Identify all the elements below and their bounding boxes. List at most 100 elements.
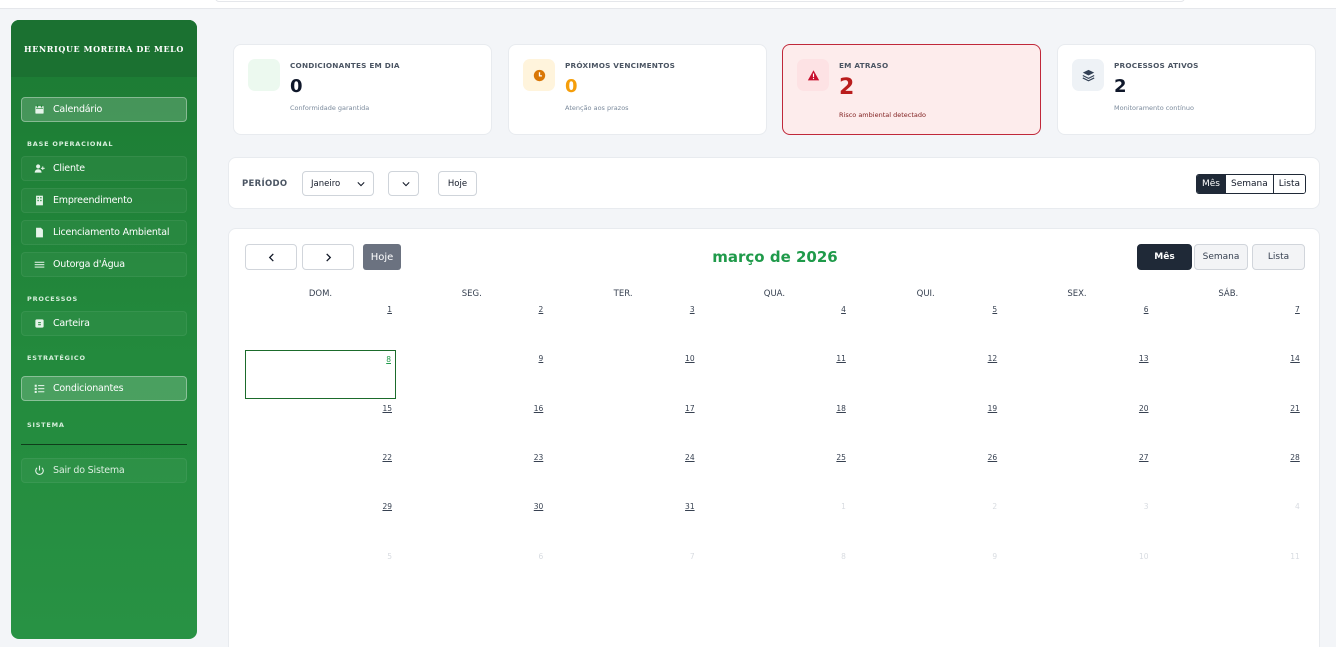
year-select[interactable]: [388, 171, 419, 196]
calendar-day-cell[interactable]: 29: [245, 498, 396, 547]
day-number[interactable]: 21: [1290, 404, 1300, 413]
day-number[interactable]: 16: [534, 404, 544, 413]
day-number[interactable]: 29: [382, 502, 392, 511]
calendar-day-cell[interactable]: 12: [850, 350, 1001, 399]
calendar-day-cell[interactable]: 23: [396, 449, 547, 498]
calendar-day-cell[interactable]: 3: [548, 301, 699, 350]
calendar-day-cell[interactable]: 24: [548, 449, 699, 498]
day-number[interactable]: 27: [1139, 453, 1149, 462]
calendar-day-cell[interactable]: 13: [1002, 350, 1153, 399]
day-number[interactable]: 8: [386, 355, 391, 364]
day-number[interactable]: 10: [685, 354, 695, 363]
day-number[interactable]: 5: [387, 552, 392, 561]
calendar-day-cell[interactable]: 15: [245, 400, 396, 449]
day-number[interactable]: 3: [1144, 502, 1149, 511]
sidebar-item-client[interactable]: Cliente: [21, 156, 187, 181]
period-view-week[interactable]: Semana: [1224, 175, 1273, 193]
day-number[interactable]: 8: [841, 552, 846, 561]
calendar-day-cell[interactable]: 14: [1153, 350, 1304, 399]
calendar-day-cell[interactable]: 21: [1153, 400, 1304, 449]
calendar-day-cell[interactable]: 7: [548, 548, 699, 597]
day-number[interactable]: 26: [988, 453, 998, 462]
calendar-day-cell[interactable]: 1: [245, 301, 396, 350]
sidebar-item-licensing[interactable]: Licenciamento Ambiental: [21, 220, 187, 245]
day-number[interactable]: 4: [1295, 502, 1300, 511]
calendar-day-cell[interactable]: 9: [850, 548, 1001, 597]
logout-button[interactable]: Sair do Sistema: [21, 458, 187, 483]
sidebar-item-enterprise[interactable]: Empreendimento: [21, 188, 187, 213]
calendar-day-cell[interactable]: 26: [850, 449, 1001, 498]
day-number[interactable]: 13: [1139, 354, 1149, 363]
day-number[interactable]: 5: [992, 305, 997, 314]
calendar-day-cell[interactable]: 27: [1002, 449, 1153, 498]
calendar-day-cell[interactable]: 3: [1002, 498, 1153, 547]
day-number[interactable]: 24: [685, 453, 695, 462]
sidebar-item-calendar[interactable]: Calendário: [21, 97, 187, 122]
calendar-day-cell[interactable]: 9: [396, 350, 547, 399]
day-number[interactable]: 14: [1290, 354, 1300, 363]
top-search-area[interactable]: [215, 0, 1185, 2]
day-number[interactable]: 2: [539, 305, 544, 314]
day-number[interactable]: 6: [539, 552, 544, 561]
day-number[interactable]: 28: [1290, 453, 1300, 462]
day-number[interactable]: 3: [690, 305, 695, 314]
calendar-day-cell[interactable]: 5: [850, 301, 1001, 350]
calendar-day-cell[interactable]: 1: [699, 498, 850, 547]
calendar-day-cell[interactable]: 6: [396, 548, 547, 597]
day-number[interactable]: 4: [841, 305, 846, 314]
day-number[interactable]: 18: [836, 404, 846, 413]
day-number[interactable]: 17: [685, 404, 695, 413]
day-number[interactable]: 12: [988, 354, 998, 363]
calendar-day-cell[interactable]: 6: [1002, 301, 1153, 350]
day-number[interactable]: 1: [841, 502, 846, 511]
calendar-day-cell[interactable]: 10: [548, 350, 699, 399]
sidebar-item-conditions[interactable]: Condicionantes: [21, 376, 187, 401]
day-number[interactable]: 1: [387, 305, 392, 314]
day-number[interactable]: 2: [992, 502, 997, 511]
calendar-day-cell[interactable]: 2: [396, 301, 547, 350]
calendar-view-list[interactable]: Lista: [1252, 244, 1305, 270]
period-today-button[interactable]: Hoje: [438, 171, 477, 196]
calendar-day-cell[interactable]: 18: [699, 400, 850, 449]
calendar-day-cell[interactable]: 19: [850, 400, 1001, 449]
calendar-day-cell[interactable]: 25: [699, 449, 850, 498]
calendar-day-cell[interactable]: 8: [245, 350, 396, 400]
day-number[interactable]: 15: [382, 404, 392, 413]
day-number[interactable]: 9: [992, 552, 997, 561]
day-number[interactable]: 25: [836, 453, 846, 462]
day-number[interactable]: 19: [988, 404, 998, 413]
calendar-day-cell[interactable]: 5: [245, 548, 396, 597]
sidebar-item-portfolio[interactable]: Carteira: [21, 311, 187, 336]
day-number[interactable]: 11: [836, 354, 846, 363]
calendar-day-cell[interactable]: 17: [548, 400, 699, 449]
calendar-day-cell[interactable]: 20: [1002, 400, 1153, 449]
calendar-day-cell[interactable]: 4: [1153, 498, 1304, 547]
day-number[interactable]: 11: [1290, 552, 1300, 561]
calendar-day-cell[interactable]: 22: [245, 449, 396, 498]
day-number[interactable]: 31: [685, 502, 695, 511]
day-number[interactable]: 23: [534, 453, 544, 462]
day-number[interactable]: 9: [539, 354, 544, 363]
calendar-day-cell[interactable]: 7: [1153, 301, 1304, 350]
period-view-list[interactable]: Lista: [1272, 175, 1305, 193]
calendar-view-week[interactable]: Semana: [1194, 244, 1248, 270]
calendar-day-cell[interactable]: 11: [699, 350, 850, 399]
calendar-day-cell[interactable]: 28: [1153, 449, 1304, 498]
calendar-day-cell[interactable]: 31: [548, 498, 699, 547]
day-number[interactable]: 20: [1139, 404, 1149, 413]
day-number[interactable]: 7: [1295, 305, 1300, 314]
calendar-day-cell[interactable]: 4: [699, 301, 850, 350]
calendar-day-cell[interactable]: 2: [850, 498, 1001, 547]
calendar-day-cell[interactable]: 8: [699, 548, 850, 597]
day-number[interactable]: 7: [690, 552, 695, 561]
day-number[interactable]: 30: [534, 502, 544, 511]
month-select[interactable]: Janeiro: [302, 171, 374, 196]
day-number[interactable]: 22: [382, 453, 392, 462]
calendar-day-cell[interactable]: 10: [1002, 548, 1153, 597]
calendar-day-cell[interactable]: 30: [396, 498, 547, 547]
calendar-day-cell[interactable]: 16: [396, 400, 547, 449]
sidebar-item-water[interactable]: Outorga d'Água: [21, 252, 187, 277]
calendar-day-cell[interactable]: 11: [1153, 548, 1304, 597]
period-view-month[interactable]: Mês: [1196, 175, 1225, 193]
calendar-view-month[interactable]: Mês: [1137, 244, 1192, 270]
